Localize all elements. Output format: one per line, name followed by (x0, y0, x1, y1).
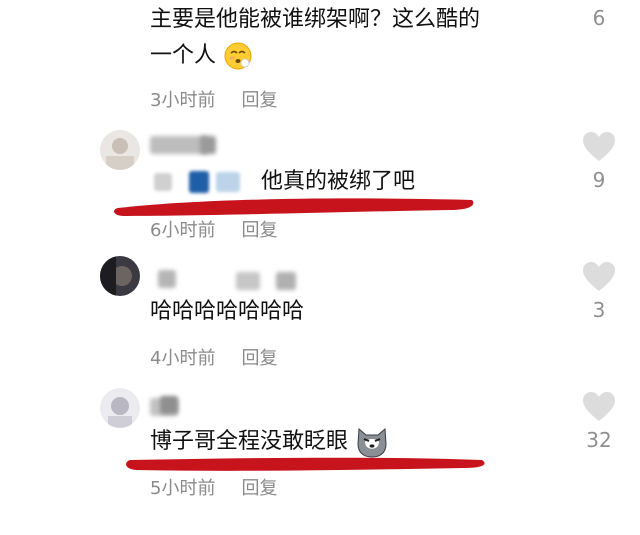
heart-icon[interactable] (583, 262, 615, 292)
comment-meta: 6小时前 回复 (150, 216, 277, 242)
comment-time: 4小时前 (150, 348, 216, 369)
redacted-mention (154, 173, 172, 191)
reply-button[interactable]: 回复 (241, 348, 277, 369)
username-blurred-2 (160, 396, 178, 414)
like-count: 3 (592, 298, 606, 322)
username-blurred[interactable] (158, 270, 176, 288)
heart-icon[interactable] (583, 132, 615, 162)
redacted-mention-2 (189, 171, 209, 193)
comment-item: 哈哈哈哈哈哈哈 4小时前 回复 3 (0, 250, 640, 380)
comment-meta: 5小时前 回复 (150, 474, 277, 500)
reply-button[interactable]: 回复 (241, 220, 277, 241)
heart-icon[interactable] (583, 392, 615, 422)
comment-time: 3小时前 (150, 90, 216, 111)
comment-item: 他真的被绑了吧 6小时前 回复 9 (0, 120, 640, 250)
username-blurred-2 (236, 272, 260, 290)
reply-button[interactable]: 回复 (241, 478, 277, 499)
avatar[interactable] (100, 388, 140, 428)
comment-text-line2: 一个人 (150, 38, 253, 74)
comment-text: 哈哈哈哈哈哈哈 (150, 299, 305, 324)
avatar[interactable] (100, 256, 140, 296)
username-blurred-3 (276, 272, 296, 290)
red-underline-annotation (126, 457, 485, 471)
like-count: 9 (592, 168, 606, 192)
comment-item: 主要是他能被谁绑架啊？这么酷的 一个人 3小时前 回复 6 (0, 0, 640, 120)
comment-meta: 3小时前 回复 (150, 86, 277, 112)
reply-button[interactable]: 回复 (241, 90, 277, 111)
comment-time: 6小时前 (150, 220, 216, 241)
comment-text: 主要是他能被谁绑架啊？这么酷的 (150, 7, 481, 32)
comment-time: 5小时前 (150, 478, 216, 499)
like-count: 32 (586, 428, 612, 452)
flushed-face-emoji (224, 42, 252, 70)
comment-item: 博子哥全程没敢眨眼 5小时前 回复 32 (0, 380, 640, 535)
comment-meta: 4小时前 回复 (150, 344, 277, 370)
like-count: 6 (592, 6, 606, 30)
avatar[interactable] (100, 130, 140, 170)
redacted-mention-3 (216, 172, 240, 192)
username-blurred-2 (200, 136, 216, 154)
